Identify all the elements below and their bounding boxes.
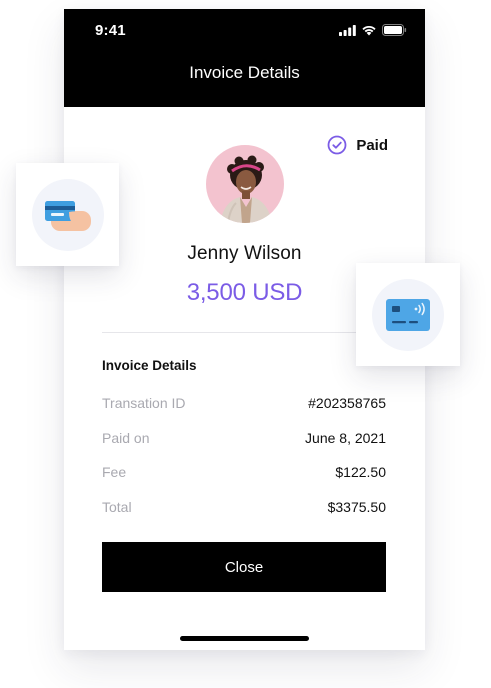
detail-label: Total (102, 499, 132, 515)
detail-value: $122.50 (335, 464, 386, 480)
app-header: 9:41 Invoice Details (64, 9, 425, 107)
stage: 9:41 Invoice Details Paid Jenny Wilson 3… (0, 0, 491, 688)
detail-value: June 8, 2021 (305, 430, 386, 446)
divider (102, 332, 386, 333)
detail-row-total: Total $3375.50 (102, 499, 386, 515)
cellular-signal-icon (339, 24, 356, 36)
avatar (206, 145, 284, 223)
check-circle-icon (327, 135, 347, 155)
detail-label: Fee (102, 464, 127, 480)
detail-value: $3375.50 (327, 499, 386, 515)
status-badge: Paid (327, 135, 388, 155)
page-title: Invoice Details (189, 63, 300, 82)
status-icons (339, 24, 407, 36)
detail-row-paid-on: Paid on June 8, 2021 (102, 430, 386, 446)
detail-value: #202358765 (308, 395, 386, 411)
wifi-icon (362, 25, 376, 36)
floating-card-contactless (356, 263, 460, 366)
contactless-card-icon (386, 298, 430, 331)
hand-holding-card-icon (44, 200, 91, 231)
detail-row-transaction-id: Transation ID #202358765 (102, 395, 386, 411)
home-indicator[interactable] (180, 636, 309, 641)
detail-label: Paid on (102, 430, 150, 446)
status-time: 9:41 (95, 22, 126, 39)
invoice-details-heading: Invoice Details (102, 358, 197, 373)
status-label: Paid (356, 136, 388, 154)
close-button[interactable]: Close (102, 542, 386, 592)
battery-icon (382, 24, 407, 36)
detail-label: Transation ID (102, 395, 186, 411)
floating-card-payment (16, 163, 119, 266)
detail-row-fee: Fee $122.50 (102, 464, 386, 480)
